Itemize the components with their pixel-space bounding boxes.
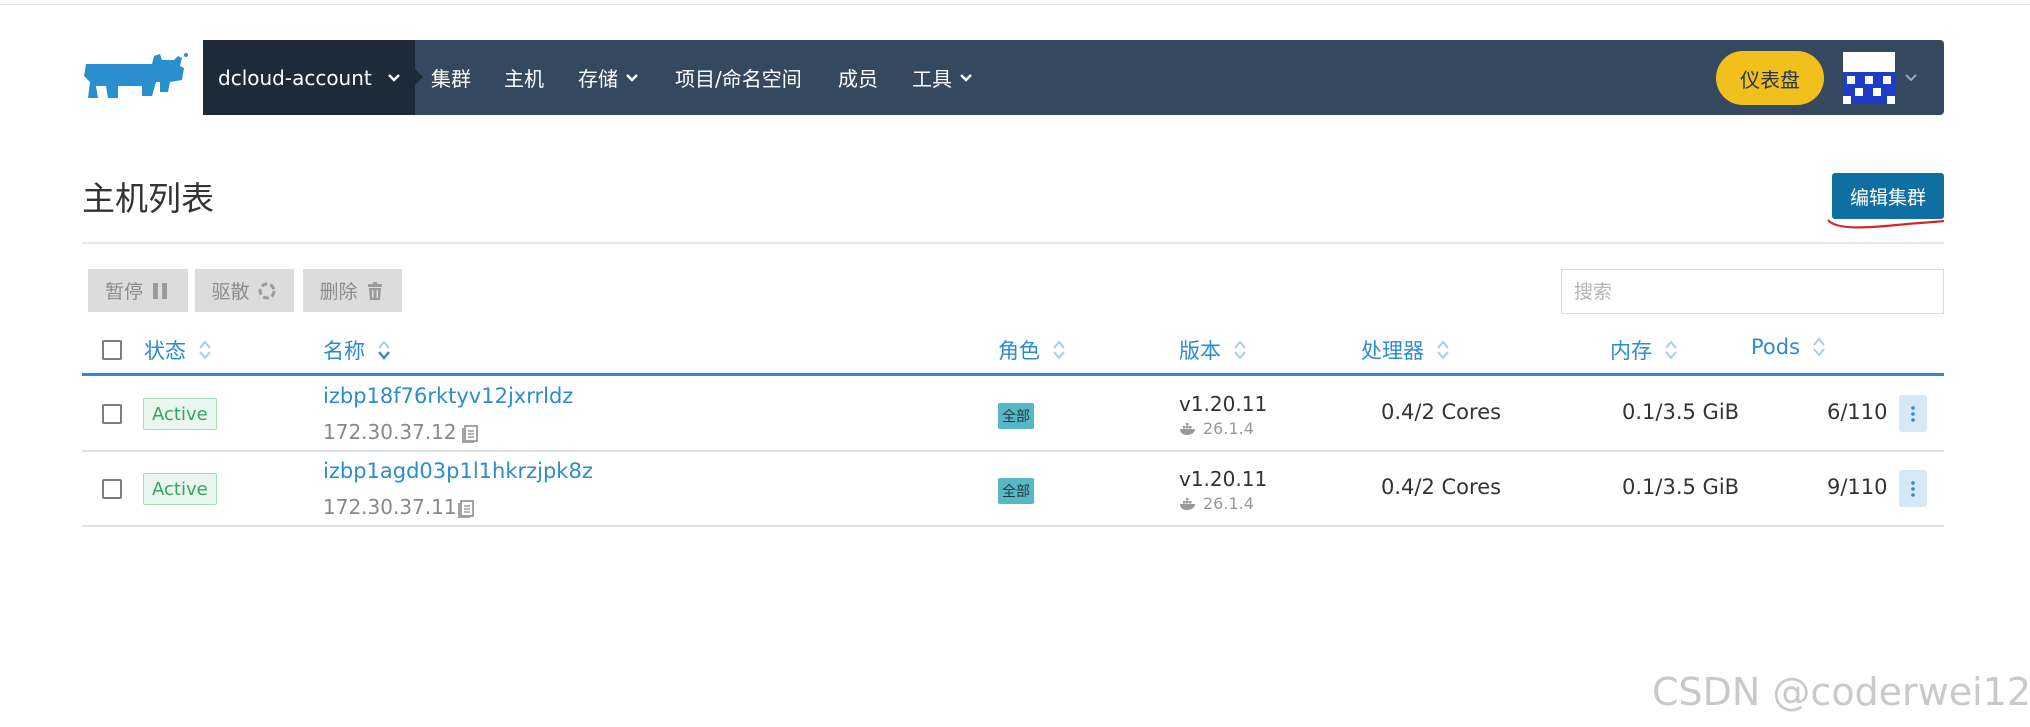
column-header-name[interactable]: 名称: [323, 335, 391, 365]
cpu-usage: 0.4/2 Cores: [1381, 400, 1502, 424]
memory-usage: 0.1/3.5 GiB: [1622, 400, 1740, 424]
nav-item-tools[interactable]: 工具: [912, 40, 974, 115]
nav-item-members[interactable]: 成员: [838, 40, 878, 115]
column-header-status[interactable]: 状态: [144, 335, 212, 365]
role-badge: 全部: [998, 403, 1034, 429]
sort-icon: [1053, 340, 1065, 360]
chevron-down-icon[interactable]: [1903, 70, 1919, 86]
sort-icon: [378, 340, 390, 360]
pods-count: 6/110: [1827, 400, 1888, 424]
column-label: 处理器: [1361, 339, 1424, 363]
column-label: 名称: [323, 339, 365, 363]
select-all-checkbox[interactable]: [102, 340, 122, 360]
sort-icon: [1665, 340, 1677, 360]
column-header-pods[interactable]: Pods: [1751, 335, 1826, 359]
drain-button[interactable]: 驱散: [195, 269, 294, 312]
docker-icon: [1180, 497, 1195, 510]
nav-item-label: 成员: [838, 67, 878, 91]
status-badge: Active: [143, 473, 217, 505]
delete-label: 删除: [319, 281, 358, 303]
memory-usage: 0.1/3.5 GiB: [1622, 475, 1740, 499]
page-title: 主机列表: [82, 179, 214, 218]
sort-icon: [199, 340, 211, 360]
cluster-name: dcloud-account: [218, 65, 372, 90]
docker-version: 26.1.4: [1179, 419, 1254, 438]
role-badge: 全部: [998, 478, 1034, 504]
host-name-link[interactable]: izbp1agd03p1l1hkrzjpk8z: [323, 459, 593, 483]
column-label: 版本: [1179, 339, 1221, 363]
docker-version: 26.1.4: [1179, 494, 1254, 513]
k8s-version: v1.20.11: [1179, 392, 1268, 416]
column-header-memory[interactable]: 内存: [1610, 335, 1678, 365]
chevron-down-icon: [626, 73, 638, 82]
top-border: [0, 0, 2030, 5]
header-divider: [82, 242, 1944, 244]
column-label: 角色: [998, 339, 1040, 363]
chevron-down-icon: [387, 73, 400, 82]
dashboard-button[interactable]: 仪表盘: [1716, 51, 1824, 105]
pods-count: 9/110: [1827, 475, 1888, 499]
column-header-cpu[interactable]: 处理器: [1361, 335, 1450, 365]
table-header-divider: [82, 373, 1944, 376]
cluster-switcher[interactable]: dcloud-account: [203, 40, 415, 115]
column-label: 状态: [144, 339, 186, 363]
rancher-logo[interactable]: [82, 52, 188, 104]
chevron-down-icon: [960, 73, 972, 82]
sort-icon: [1234, 340, 1246, 360]
nav-item-label: 集群: [431, 67, 471, 91]
row-actions-button[interactable]: [1899, 395, 1927, 432]
column-header-role[interactable]: 角色: [998, 335, 1066, 365]
nav-item-projects[interactable]: 项目/命名空间: [675, 40, 802, 115]
row-divider: [82, 450, 1944, 452]
pause-label: 暂停: [104, 281, 143, 303]
pause-icon: [153, 282, 167, 299]
host-name-link[interactable]: izbp18f76rktyv12jxrrldz: [323, 384, 573, 408]
nav-item-storage[interactable]: 存储: [578, 40, 640, 115]
watermark: CSDN @coderwei123: [1652, 670, 2030, 714]
drain-icon: [258, 282, 275, 299]
column-header-version[interactable]: 版本: [1179, 335, 1247, 365]
copy-icon[interactable]: [456, 497, 476, 519]
search-input[interactable]: [1561, 269, 1944, 314]
nav-item-hosts[interactable]: 主机: [504, 40, 544, 115]
copy-icon[interactable]: [460, 422, 480, 444]
sort-icon: [1437, 340, 1449, 360]
annotation-underline: [1827, 219, 1945, 229]
status-badge: Active: [143, 398, 217, 430]
row-checkbox[interactable]: [102, 479, 122, 499]
k8s-version: v1.20.11: [1179, 467, 1268, 491]
row-checkbox[interactable]: [102, 404, 122, 424]
nav-item-cluster[interactable]: 集群: [431, 40, 471, 115]
docker-icon: [1180, 422, 1195, 435]
top-navbar: dcloud-account 集群 主机 存储 项目/命名空间 成员 工具: [203, 40, 1944, 115]
nav-item-label: 存储: [578, 67, 618, 91]
nav-item-label: 工具: [912, 67, 952, 91]
column-label: 内存: [1610, 339, 1652, 363]
user-avatar[interactable]: [1843, 52, 1895, 104]
host-ip: 172.30.37.11: [323, 495, 457, 519]
more-vertical-icon: [1911, 405, 1915, 422]
more-vertical-icon: [1911, 480, 1915, 497]
edit-cluster-button[interactable]: 编辑集群: [1832, 173, 1944, 219]
column-label: Pods: [1751, 335, 1801, 359]
pause-button[interactable]: 暂停: [88, 269, 188, 312]
host-ip: 172.30.37.12: [323, 420, 457, 444]
trash-icon: [367, 281, 382, 300]
row-divider: [82, 525, 1944, 527]
delete-button[interactable]: 删除: [303, 269, 402, 312]
nav-item-label: 主机: [504, 67, 544, 91]
cpu-usage: 0.4/2 Cores: [1381, 475, 1502, 499]
nav-separator-arrow: [415, 69, 423, 85]
sort-icon: [1813, 337, 1825, 357]
docker-version-text: 26.1.4: [1203, 419, 1254, 438]
nav-item-label: 项目/命名空间: [675, 67, 802, 91]
drain-label: 驱散: [211, 281, 250, 303]
docker-version-text: 26.1.4: [1203, 494, 1254, 513]
row-actions-button[interactable]: [1899, 470, 1927, 507]
